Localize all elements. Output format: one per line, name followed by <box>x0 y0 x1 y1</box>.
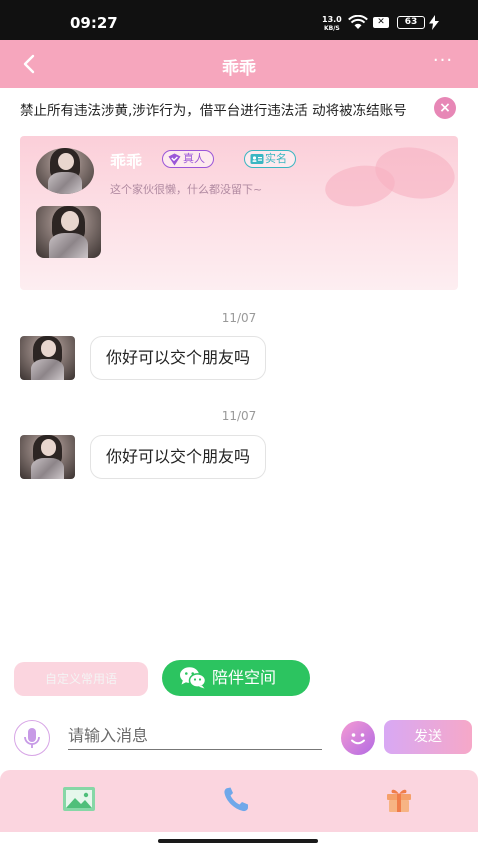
real-name-badge: 实名 <box>244 150 296 168</box>
custom-phrases-button[interactable]: 自定义常用语 <box>14 662 148 696</box>
message-bubble[interactable]: 你好可以交个朋友吗 <box>90 336 267 380</box>
emoji-button[interactable] <box>341 721 375 755</box>
profile-photo[interactable] <box>36 206 101 258</box>
chat-header: 乖乖 ··· <box>0 40 478 88</box>
avatar[interactable] <box>20 435 75 479</box>
real-person-badge: 真人 <box>162 150 214 168</box>
message-date: 11/07 <box>221 409 257 423</box>
more-dots-icon[interactable]: ··· <box>430 52 456 76</box>
home-indicator <box>158 839 318 843</box>
bottom-toolbar <box>0 770 478 832</box>
voice-input-button[interactable] <box>14 720 50 756</box>
status-bar: 09:27 13.0 KB/S ✕ 63 <box>0 0 478 40</box>
close-icon[interactable]: × <box>434 97 456 119</box>
network-speed: 13.0 KB/S <box>322 16 342 33</box>
phone-icon[interactable] <box>221 784 255 814</box>
wifi-icon <box>348 15 368 29</box>
profile-card[interactable]: 乖乖 真人 实名 这个家伙很懒，什么都没留下~ <box>20 136 458 290</box>
charging-icon <box>429 15 439 30</box>
gift-icon[interactable] <box>382 784 416 814</box>
profile-signature: 这个家伙很懒，什么都没留下~ <box>110 183 263 196</box>
companion-space-label: 陪伴空间 <box>212 668 277 687</box>
notice-banner: 禁止所有违法涉黄,涉诈行为，借平台进行违法活 动将被冻结账号 <box>0 88 478 128</box>
microphone-icon <box>24 728 40 748</box>
message-date: 11/07 <box>221 311 257 325</box>
smiley-icon <box>351 733 365 745</box>
companion-space-button[interactable]: 陪伴空间 <box>162 660 310 696</box>
notice-text: 禁止所有违法涉黄,涉诈行为，借平台进行违法活 动将被冻结账号 <box>20 103 407 119</box>
sim-off-icon: ✕ <box>373 17 389 28</box>
id-card-icon <box>250 154 264 164</box>
battery-icon: 63 <box>397 16 425 29</box>
network-speed-value: 13.0 <box>322 15 342 24</box>
message-bubble[interactable]: 你好可以交个朋友吗 <box>90 435 267 479</box>
status-time: 09:27 <box>70 14 118 32</box>
network-speed-unit: KB/S <box>324 25 340 32</box>
avatar[interactable] <box>36 148 94 194</box>
wechat-icon <box>180 667 207 689</box>
avatar[interactable] <box>20 336 75 380</box>
profile-name: 乖乖 <box>110 152 143 171</box>
page-title: 乖乖 <box>222 59 256 79</box>
verified-icon <box>168 153 181 166</box>
image-icon[interactable] <box>62 784 96 814</box>
send-button[interactable]: 发送 <box>384 720 472 754</box>
message-input[interactable] <box>68 722 322 750</box>
